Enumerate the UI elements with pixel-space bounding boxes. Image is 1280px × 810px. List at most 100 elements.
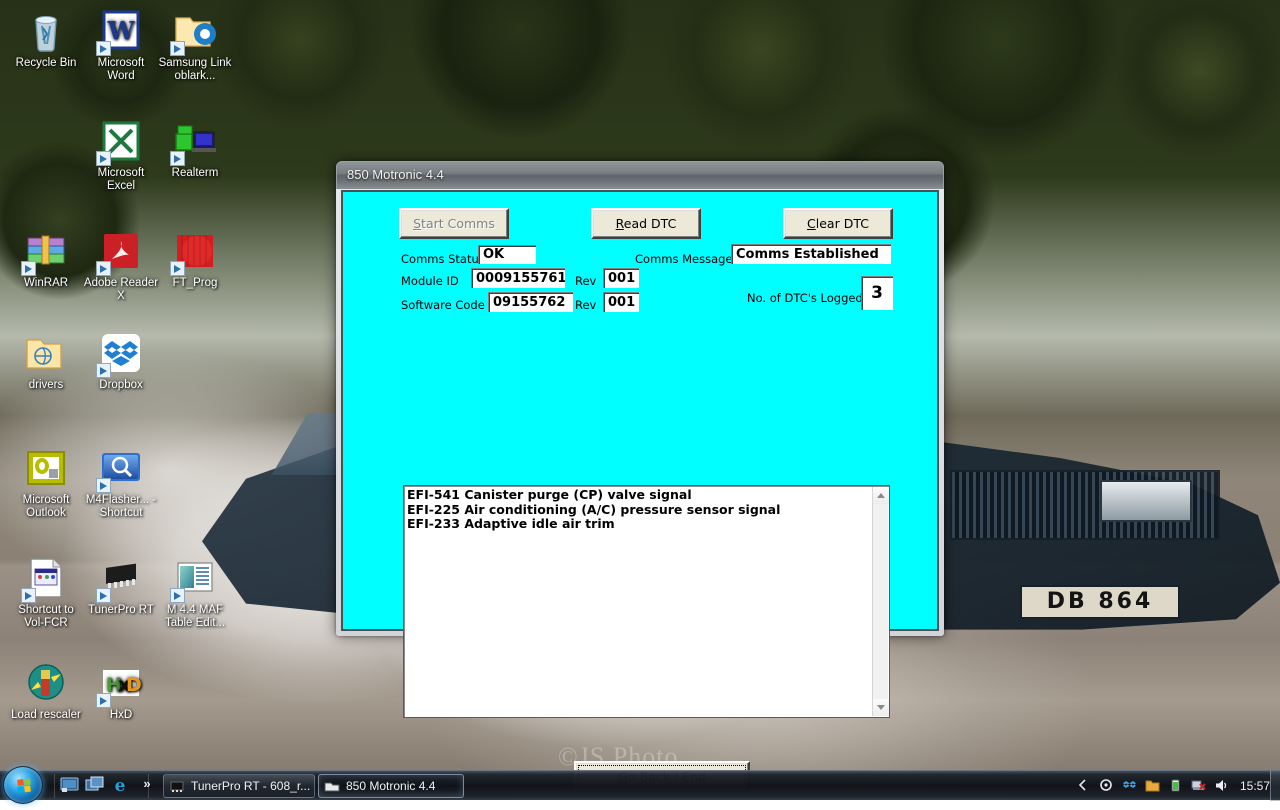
outlook-icon	[23, 445, 69, 491]
show-desktop-button[interactable]	[60, 776, 82, 796]
clear-dtc-label: Clear DTC	[807, 216, 869, 231]
shortcut-overlay-icon	[21, 261, 36, 276]
desktop-icon-recycle-bin[interactable]: Recycle Bin	[8, 8, 84, 70]
tray-overflow[interactable]	[1076, 778, 1093, 795]
internet-explorer-button[interactable]: e	[110, 776, 132, 796]
start-comms-button[interactable]: Start Comms	[399, 208, 509, 239]
motronic-task[interactable]: 850 Motronic 4.4	[318, 774, 464, 798]
shortcut-overlay-icon	[21, 588, 36, 603]
tray-network[interactable]	[1191, 778, 1208, 795]
desktop-icon-label: Shortcut to Vol-FCR	[8, 604, 84, 630]
adobe-reader-icon	[98, 228, 144, 274]
maf-table-icon	[172, 555, 218, 601]
switch-windows-button[interactable]	[85, 776, 107, 796]
tray-volume[interactable]	[1214, 778, 1231, 795]
chip-icon	[169, 779, 185, 793]
dtc-rows: EFI-541 Canister purge (CP) valve signal…	[407, 488, 870, 532]
svg-text:D: D	[126, 674, 142, 696]
scroll-up-icon[interactable]	[873, 487, 889, 504]
quicklaunch-overflow-button[interactable]: »	[136, 776, 158, 796]
comms-message-label: Comms Message	[635, 252, 733, 266]
word-icon: W	[98, 8, 144, 54]
desktop-icon-label: M 4.4 MAF Table Edit...	[157, 604, 233, 630]
desktop-icon-load-rescaler[interactable]: Load rescaler	[8, 660, 84, 722]
window-title: 850 Motronic 4.4	[347, 167, 444, 182]
clear-dtc-button[interactable]: Clear DTC	[783, 208, 893, 239]
circle-icon	[1099, 779, 1113, 796]
shortcut-overlay-icon	[170, 588, 185, 603]
quicklaunch-separator-right	[148, 774, 149, 798]
window-icon	[324, 779, 340, 793]
network-error-icon	[1191, 780, 1207, 797]
show-desktop-button[interactable]	[1270, 771, 1280, 801]
desktop-icon-m4flasher-shortcut[interactable]: M4Flasher... - Shortcut	[83, 445, 159, 520]
desktop-icon-dropbox[interactable]: Dropbox	[83, 330, 159, 392]
software-rev-label: Rev	[575, 298, 596, 312]
taskbar[interactable]: e » TunerPro RT - 608_r...850 Motronic 4.…	[0, 770, 1280, 800]
start-comms-label: Start Comms	[413, 216, 495, 231]
excel-icon	[98, 118, 144, 164]
dtc-list-item[interactable]: EFI-225 Air conditioning (A/C) pressure …	[407, 503, 870, 518]
tray-dropbox[interactable]	[1122, 778, 1139, 795]
desktop-icon-microsoft-excel[interactable]: Microsoft Excel	[83, 118, 159, 193]
desktop-icon-tunerpro-rt[interactable]: TunerPro RT	[83, 555, 159, 617]
desktop-icon-label: Samsung Link oblark...	[157, 57, 233, 83]
window-titlebar[interactable]: 850 Motronic 4.4	[336, 161, 944, 189]
ft-prog-icon	[172, 228, 218, 274]
battery-icon	[1168, 780, 1183, 797]
wallpaper-license-plate: DB 864	[1020, 585, 1180, 619]
module-rev-label: Rev	[575, 274, 596, 288]
start-button[interactable]	[3, 766, 43, 804]
shortcut-overlay-icon	[170, 151, 185, 166]
desktop-icon-shortcut-vol-fcr[interactable]: Shortcut to Vol-FCR	[8, 555, 84, 630]
tunerpro-rt-task[interactable]: TunerPro RT - 608_r...	[163, 774, 315, 798]
internet-explorer-icon: e	[110, 781, 130, 798]
svg-text:e: e	[115, 776, 126, 794]
hxd-icon: HxD	[98, 660, 144, 706]
motronic-window[interactable]: 850 Motronic 4.4 Start Comms Read DTC Cl…	[336, 161, 944, 636]
tray-action[interactable]	[1099, 778, 1116, 795]
desktop-icon-samsung-link[interactable]: Samsung Link oblark...	[157, 8, 233, 83]
desktop-icon-drivers[interactable]: drivers	[8, 330, 84, 392]
volume-icon	[1214, 780, 1229, 797]
desktop-icon-microsoft-outlook[interactable]: Microsoft Outlook	[8, 445, 84, 520]
desktop-icon-m44-maf-table[interactable]: M 4.4 MAF Table Edit...	[157, 555, 233, 630]
desktop-icon-label: HxD	[83, 709, 159, 722]
software-rev-value: 001	[603, 292, 639, 312]
desktop-icon-ft-prog[interactable]: FT_Prog	[157, 228, 233, 290]
dtc-list-item[interactable]: EFI-233 Adaptive idle air trim	[407, 517, 870, 532]
read-dtc-button[interactable]: Read DTC	[591, 208, 701, 239]
windows-logo-icon	[4, 767, 44, 805]
folder-icon	[23, 330, 69, 376]
dropbox-tray-icon	[1122, 780, 1137, 797]
dtc-scrollbar[interactable]	[872, 487, 888, 716]
dtc-list-item[interactable]: EFI-541 Canister purge (CP) valve signal	[407, 488, 870, 503]
shortcut-overlay-icon	[96, 693, 111, 708]
chip-icon	[98, 555, 144, 601]
desktop-icon-winrar[interactable]: WinRAR	[8, 228, 84, 290]
dtc-listbox[interactable]: EFI-541 Canister purge (CP) valve signal…	[403, 485, 890, 718]
tray-battery[interactable]	[1168, 778, 1185, 795]
dtc-count-value: 3	[861, 276, 893, 310]
quicklaunch-separator-left	[54, 774, 55, 798]
read-dtc-label: Read DTC	[616, 216, 677, 231]
shortcut-overlay-icon	[170, 261, 185, 276]
desktop-icon-label: Realterm	[157, 167, 233, 180]
desktop-icon-label: Recycle Bin	[8, 57, 84, 70]
desktop-icon-hxd[interactable]: HxD HxD	[83, 660, 159, 722]
desktop-icon-label: Dropbox	[83, 379, 159, 392]
desktop-icon-label: Microsoft Outlook	[8, 494, 84, 520]
dtc-count-label: No. of DTC's Logged	[747, 291, 863, 305]
folder-tray-icon	[1145, 780, 1160, 797]
shortcut-overlay-icon	[96, 478, 111, 493]
system-tray[interactable]: 15:57	[1073, 771, 1280, 801]
desktop-icon-label: Adobe Reader X	[83, 277, 159, 303]
desktop-icon-microsoft-word[interactable]: WMicrosoft Word	[83, 8, 159, 83]
desktop-icon-adobe-reader-x[interactable]: Adobe Reader X	[83, 228, 159, 303]
module-id-value: 0009155761	[471, 268, 565, 288]
tray-explorer[interactable]	[1145, 778, 1162, 795]
shortcut-overlay-icon	[96, 363, 111, 378]
dropbox-icon	[98, 330, 144, 376]
desktop-icon-realterm[interactable]: Realterm	[157, 118, 233, 180]
scroll-down-icon[interactable]	[873, 699, 889, 716]
